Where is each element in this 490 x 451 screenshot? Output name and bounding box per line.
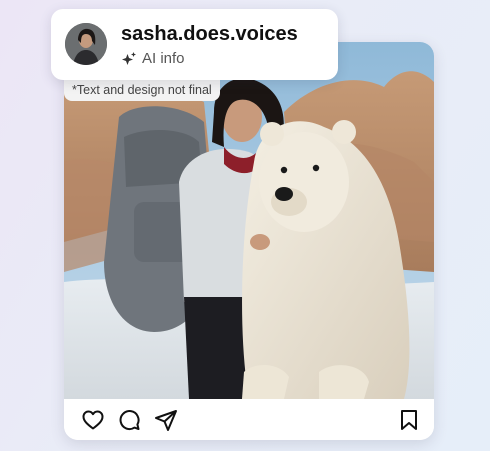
- ai-info-label: AI info: [142, 50, 185, 67]
- post-action-bar: [64, 399, 434, 440]
- profile-card: sasha.does.voices AI info: [51, 9, 338, 80]
- avatar[interactable]: [65, 23, 107, 65]
- bookmark-icon[interactable]: [397, 408, 421, 432]
- heart-icon[interactable]: [81, 408, 105, 432]
- username[interactable]: sasha.does.voices: [121, 23, 298, 46]
- sparkle-icon: [121, 51, 137, 67]
- post-card: [64, 42, 434, 440]
- disclaimer-note: *Text and design not final: [64, 80, 220, 101]
- paper-plane-icon[interactable]: [154, 408, 178, 432]
- comment-bubble-icon[interactable]: [117, 408, 141, 432]
